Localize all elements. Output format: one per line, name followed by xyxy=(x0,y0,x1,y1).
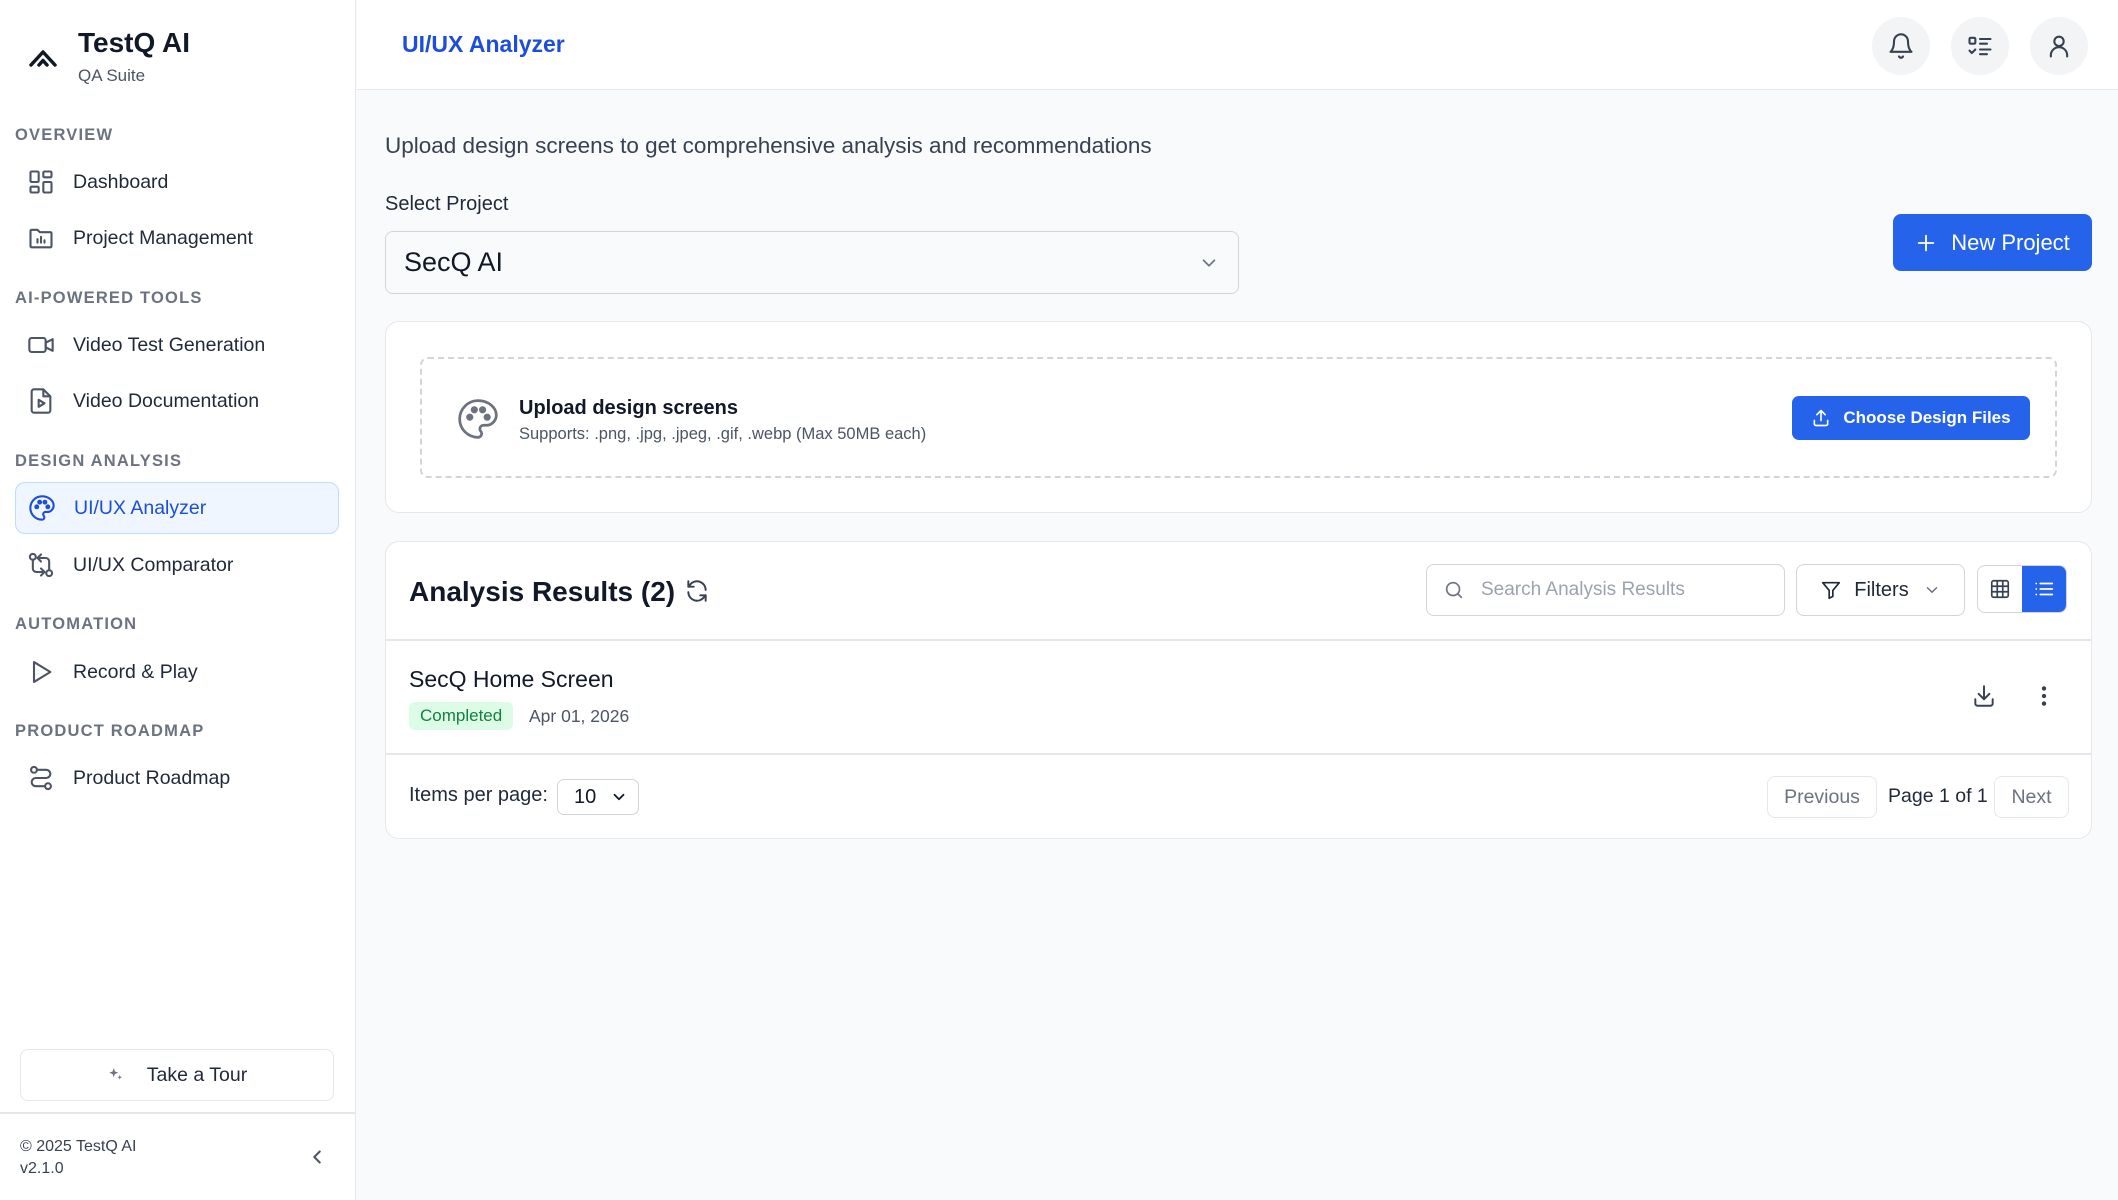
brand-subtitle: QA Suite xyxy=(78,66,146,85)
section-label-automation: AUTOMATION xyxy=(15,615,138,633)
upload-title: Upload design screens xyxy=(519,397,738,419)
result-date: Apr 01, 2026 xyxy=(529,706,630,726)
filters-label: Filters xyxy=(1854,578,1909,601)
items-per-page-select[interactable]: 10 xyxy=(557,779,639,815)
sidebar-item-label: Video Documentation xyxy=(73,389,260,412)
sidebar-item-video-documentation[interactable]: Video Documentation xyxy=(15,375,339,427)
next-page-button[interactable]: Next xyxy=(1994,776,2069,818)
sidebar-item-label: Record & Play xyxy=(73,660,198,683)
grid-view-button[interactable] xyxy=(1978,566,2022,612)
more-vertical-icon[interactable] xyxy=(2031,683,2057,709)
analysis-results-card: Analysis Results (2) Filters SecQ Home S… xyxy=(385,541,2092,839)
section-label-product-roadmap: PRODUCT ROADMAP xyxy=(15,722,205,740)
take-a-tour-label: Take a Tour xyxy=(146,1063,248,1086)
download-icon[interactable] xyxy=(1971,683,1997,709)
palette-icon xyxy=(458,399,498,439)
brand[interactable]: TestQ AI QA Suite xyxy=(26,26,190,86)
search-input[interactable] xyxy=(1481,579,1771,601)
page-title: UI/UX Analyzer xyxy=(402,31,565,57)
take-a-tour-button[interactable]: Take a Tour xyxy=(20,1049,334,1101)
user-icon xyxy=(2049,35,2069,58)
status-badge: Completed xyxy=(409,702,514,730)
play-icon xyxy=(32,661,52,683)
sidebar-item-label: UI/UX Analyzer xyxy=(74,496,207,519)
notifications-button[interactable] xyxy=(1872,17,1930,75)
list-view-button[interactable] xyxy=(2022,566,2066,612)
file-play-icon xyxy=(30,388,52,414)
chevron-down-icon xyxy=(1202,258,1216,267)
project-select[interactable]: SecQ AI xyxy=(385,231,1239,294)
sidebar-item-dashboard[interactable]: Dashboard xyxy=(15,156,339,208)
plus-icon xyxy=(1917,234,1935,251)
sidebar-item-label: Product Roadmap xyxy=(73,766,231,789)
copyright-text: © 2025 TestQ AI xyxy=(20,1138,137,1155)
result-name[interactable]: SecQ Home Screen xyxy=(409,666,614,693)
sidebar-item-label: Dashboard xyxy=(73,170,169,193)
view-mode-toggle xyxy=(1977,565,2067,613)
list-checks-icon xyxy=(1968,36,1992,56)
select-project-label: Select Project xyxy=(385,193,509,215)
sidebar-item-uiux-analyzer[interactable]: UI/UX Analyzer xyxy=(15,482,339,534)
tasks-button[interactable] xyxy=(1951,17,2009,75)
section-label-ai-tools: AI-POWERED TOOLS xyxy=(15,289,203,307)
palette-icon xyxy=(29,495,55,521)
brand-title: TestQ AI xyxy=(78,27,191,58)
filter-icon xyxy=(1822,581,1841,600)
sidebar-item-video-test-generation[interactable]: Video Test Generation xyxy=(15,319,339,371)
sidebar-footer: © 2025 TestQ AI v2.1.0 xyxy=(20,1136,136,1180)
section-label-design-analysis: DESIGN ANALYSIS xyxy=(15,452,183,470)
page-info: Page 1 of 1 xyxy=(1888,785,1988,807)
upload-card: Upload design screens Supports: .png, .j… xyxy=(385,321,2092,513)
new-project-button[interactable]: New Project xyxy=(1893,214,2092,271)
choose-design-files-label: Choose Design Files xyxy=(1843,408,2011,427)
upload-icon xyxy=(1813,409,1829,427)
sidebar-item-label: UI/UX Comparator xyxy=(73,553,234,576)
sidebar-item-label: Video Test Generation xyxy=(73,333,266,356)
sparkle-icon xyxy=(109,1068,122,1080)
top-bar: UI/UX Analyzer xyxy=(357,0,2118,90)
route-icon xyxy=(30,765,52,791)
new-project-label: New Project xyxy=(1951,229,2070,255)
chevron-down-icon xyxy=(613,793,625,801)
items-per-page-label: Items per page: xyxy=(409,784,548,806)
filters-button[interactable]: Filters xyxy=(1796,564,1965,616)
page-description: Upload design screens to get comprehensi… xyxy=(385,133,1152,158)
sidebar-footer-divider xyxy=(0,1112,356,1114)
project-select-value: SecQ AI xyxy=(404,247,504,277)
version-text: v2.1.0 xyxy=(20,1160,64,1177)
list-icon xyxy=(2035,582,2054,596)
dashboard-icon xyxy=(29,170,53,194)
bell-icon xyxy=(1889,33,1913,59)
results-header-divider xyxy=(386,639,2091,641)
sidebar: TestQ AI QA Suite OVERVIEW Dashboard Pro… xyxy=(0,0,356,1200)
sidebar-item-project-management[interactable]: Project Management xyxy=(15,212,339,264)
collapse-sidebar-icon[interactable] xyxy=(306,1146,328,1168)
items-per-page-value: 10 xyxy=(574,785,597,808)
git-compare-icon xyxy=(28,552,54,578)
sidebar-item-record-play[interactable]: Record & Play xyxy=(15,646,339,698)
section-label-overview: OVERVIEW xyxy=(15,126,114,144)
video-icon xyxy=(28,336,54,354)
previous-page-button[interactable]: Previous xyxy=(1767,776,1877,818)
analysis-results-title: Analysis Results (2) xyxy=(409,576,676,607)
sidebar-item-product-roadmap[interactable]: Product Roadmap xyxy=(15,752,339,804)
search-icon xyxy=(1445,581,1463,599)
sidebar-item-uiux-comparator[interactable]: UI/UX Comparator xyxy=(15,539,339,591)
results-footer-divider xyxy=(386,753,2091,755)
folder-chart-icon xyxy=(29,228,53,249)
choose-design-files-button[interactable]: Choose Design Files xyxy=(1792,396,2030,440)
refresh-icon[interactable] xyxy=(684,578,710,604)
upload-dropzone[interactable]: Upload design screens Supports: .png, .j… xyxy=(420,357,2057,478)
chevron-down-icon xyxy=(1926,587,1937,593)
grid-icon xyxy=(1990,579,2010,599)
sidebar-item-label: Project Management xyxy=(73,226,253,249)
upload-subtitle: Supports: .png, .jpg, .jpeg, .gif, .webp… xyxy=(519,425,927,443)
logo-icon xyxy=(29,50,57,67)
user-profile-button[interactable] xyxy=(2030,17,2088,75)
search-analysis-results[interactable] xyxy=(1426,564,1785,616)
